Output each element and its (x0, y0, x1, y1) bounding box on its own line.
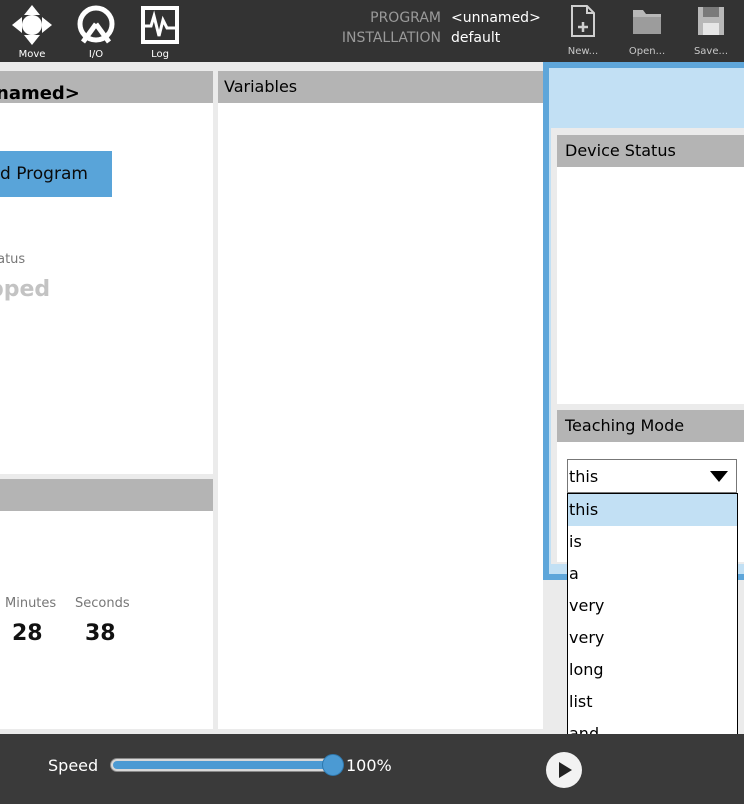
new-button[interactable]: New... (557, 4, 609, 57)
status-label: tatus (0, 252, 26, 267)
status-value: pped (0, 277, 51, 302)
speed-label: Speed (48, 756, 99, 775)
save-label: Save... (693, 46, 729, 57)
play-button[interactable] (546, 752, 582, 788)
io-label: I/O (88, 49, 104, 60)
speed-slider[interactable] (110, 758, 334, 772)
installation-value: default (451, 30, 501, 46)
teaching-mode-title: Teaching Mode (557, 410, 744, 442)
dropdown-option[interactable]: list (568, 686, 737, 718)
run-panel (0, 71, 213, 474)
dropdown-option[interactable]: very (568, 622, 737, 654)
dropdown-option[interactable]: this (568, 494, 737, 526)
new-label: New... (567, 46, 599, 57)
seconds-label: Seconds (75, 596, 130, 611)
move-button[interactable]: Move (7, 4, 57, 60)
dropdown-option[interactable]: very (568, 590, 737, 622)
installation-label: INSTALLATION (341, 30, 441, 46)
save-button[interactable]: Save... (685, 4, 737, 57)
minutes-label: Minutes (5, 596, 57, 611)
top-toolbar: Move I/O Log PROGRAM <unnamed> INSTALLAT… (0, 0, 744, 62)
bottom-bar: Speed 100% (0, 734, 744, 804)
device-status-panel (557, 135, 744, 404)
open-label: Open... (628, 46, 666, 57)
move-label: Move (18, 49, 46, 60)
seconds-value: 38 (85, 621, 116, 646)
variables-title: Variables (218, 71, 543, 103)
program-name: named> (0, 83, 80, 104)
speed-slider-handle[interactable] (322, 754, 344, 776)
dropdown-option[interactable]: long (568, 654, 737, 686)
program-value: <unnamed> (451, 10, 541, 26)
move-icon (12, 5, 52, 45)
log-label: Log (151, 49, 169, 60)
io-icon (77, 5, 115, 44)
log-button[interactable]: Log (135, 4, 185, 60)
folder-icon (633, 10, 661, 34)
io-button[interactable]: I/O (71, 4, 121, 60)
teaching-mode-selected: this (569, 467, 599, 486)
device-status-title: Device Status (557, 135, 744, 167)
program-label: PROGRAM (370, 10, 441, 26)
teaching-mode-select[interactable]: this (567, 459, 737, 493)
speed-value: 100% (346, 756, 392, 775)
time-panel-header (0, 479, 213, 511)
dropdown-option[interactable]: is (568, 526, 737, 558)
minutes-value: 28 (12, 621, 43, 646)
dropdown-option[interactable]: a (568, 558, 737, 590)
variables-panel (218, 71, 543, 729)
speed-slider-fill (113, 761, 331, 769)
log-icon (141, 6, 179, 44)
load-program-button[interactable]: d Program (0, 151, 112, 197)
play-icon (559, 762, 572, 778)
save-icon (698, 7, 724, 35)
open-button[interactable]: Open... (621, 4, 673, 57)
new-file-icon (571, 5, 595, 37)
chevron-down-icon (710, 471, 728, 482)
